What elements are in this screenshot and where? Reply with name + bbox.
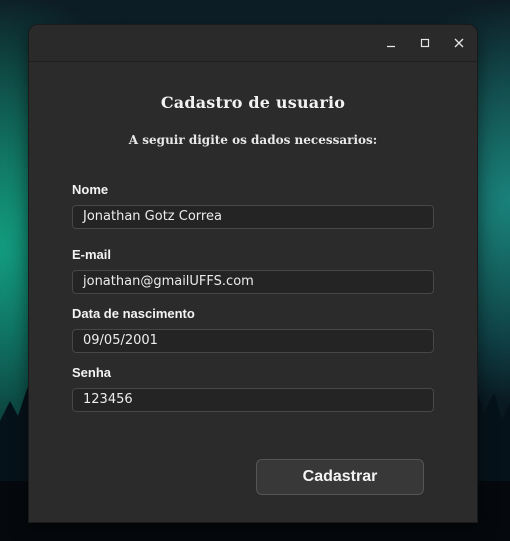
birthdate-label: Data de nascimento: [72, 306, 195, 321]
registration-window: Cadastro de usuario A seguir digite os d…: [29, 25, 477, 522]
minimize-icon: [387, 45, 395, 48]
password-field[interactable]: 123456: [72, 388, 434, 412]
birthdate-field[interactable]: 09/05/2001: [72, 329, 434, 353]
name-label: Nome: [72, 182, 109, 197]
name-field[interactable]: Jonathan Gotz Correa: [72, 205, 434, 229]
form-title: Cadastro de usuario: [160, 93, 346, 112]
close-button[interactable]: [447, 31, 471, 55]
close-icon: [454, 38, 464, 48]
minimize-button[interactable]: [379, 31, 403, 55]
password-label: Senha: [72, 365, 112, 380]
email-label: E-mail: [72, 247, 112, 262]
title-bar: [29, 25, 477, 62]
form-subtitle: A seguir digite os dados necessarios:: [128, 133, 378, 147]
register-button[interactable]: Cadastrar: [256, 459, 424, 495]
maximize-icon: [420, 38, 430, 48]
email-field[interactable]: jonathan@gmailUFFS.com: [72, 270, 434, 294]
maximize-button[interactable]: [413, 31, 437, 55]
